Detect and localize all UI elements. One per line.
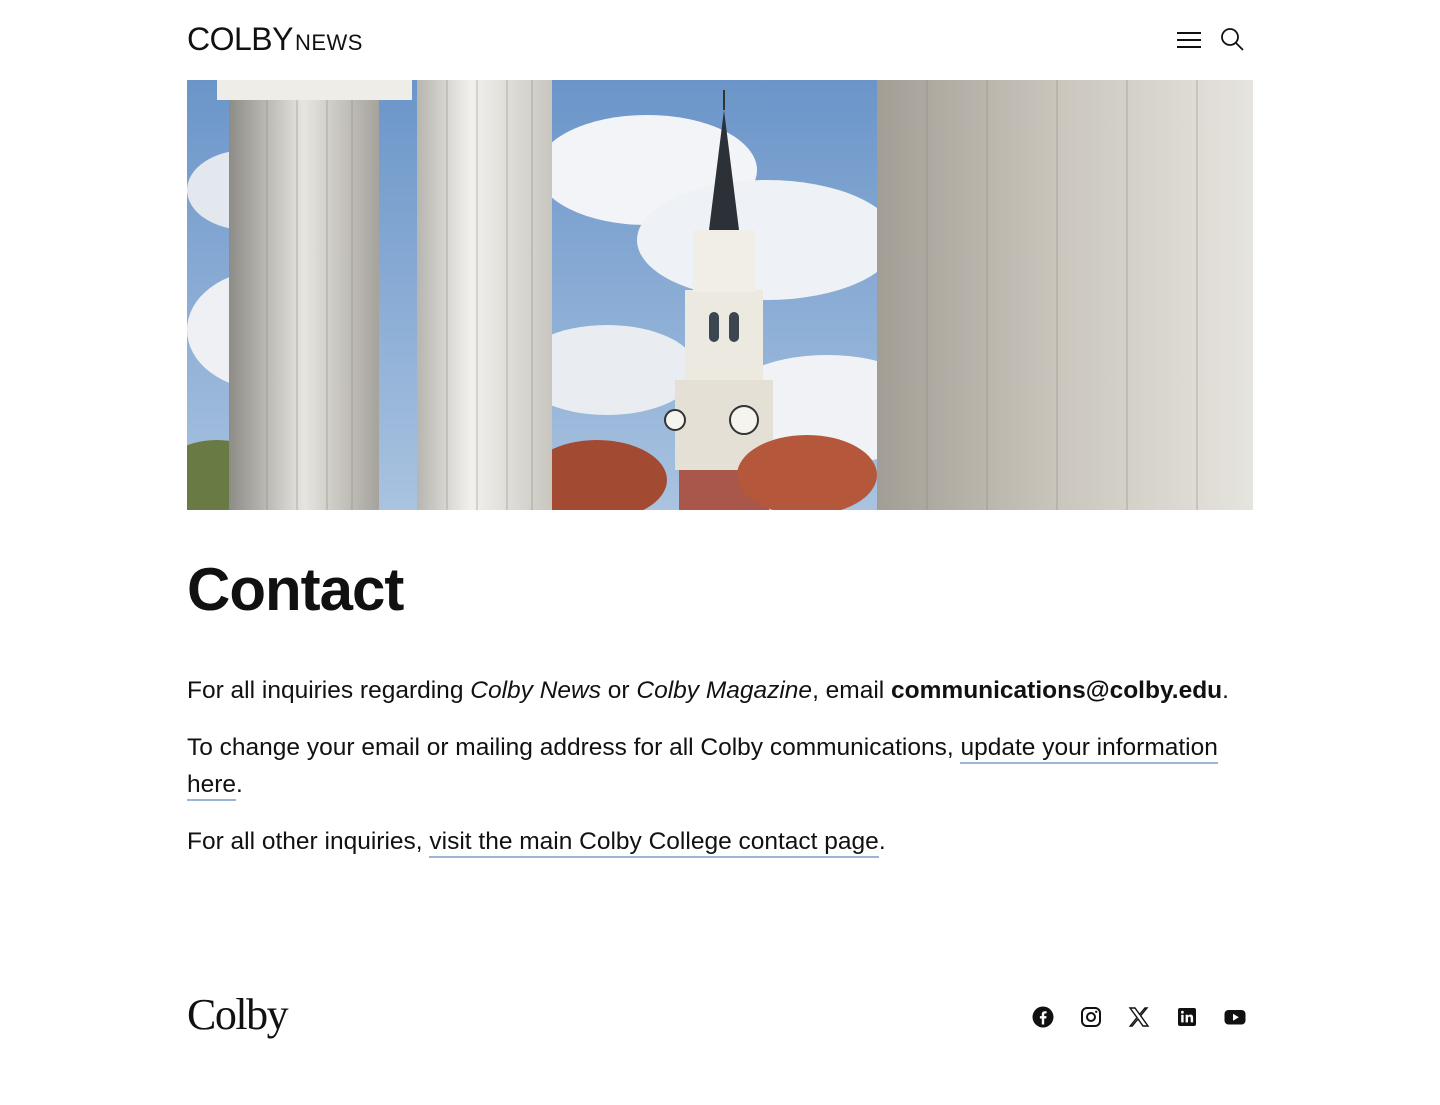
facebook-icon	[1032, 1006, 1054, 1028]
contact-paragraph-2: To change your email or mailing address …	[187, 729, 1257, 803]
menu-button[interactable]	[1173, 24, 1205, 56]
contact-body: For all inquiries regarding Colby News o…	[187, 672, 1257, 860]
site-footer: Colby	[187, 990, 1253, 1050]
logo-main-text: COLBY	[187, 21, 293, 57]
colby-news-logo[interactable]: COLBY NEWS	[187, 22, 363, 56]
p3-text-1: For all other inquiries,	[187, 828, 430, 855]
x-link[interactable]	[1127, 1005, 1151, 1029]
p1-text-2: or	[600, 677, 637, 704]
instagram-link[interactable]	[1079, 1005, 1103, 1029]
p3-text-2: .	[878, 828, 886, 855]
p2-text-1: To change your email or mailing address …	[187, 734, 961, 761]
main-contact-page-link[interactable]: visit the main Colby College contact pag…	[429, 828, 879, 858]
logo-sub-text: NEWS	[294, 30, 363, 55]
search-button[interactable]	[1217, 24, 1249, 56]
search-icon	[1221, 28, 1244, 51]
p1-text-3: , email	[812, 677, 892, 704]
page-container: COLBY NEWS Contact For all inquiries reg…	[187, 0, 1253, 860]
main-content: Contact For all inquiries regarding Colb…	[187, 558, 1253, 860]
youtube-icon	[1224, 1010, 1246, 1025]
p1-text-4: .	[1222, 677, 1229, 704]
contact-paragraph-1: For all inquiries regarding Colby News o…	[187, 672, 1257, 709]
contact-email: communications@colby.edu	[891, 677, 1223, 704]
linkedin-icon	[1178, 1008, 1196, 1026]
contact-paragraph-3: For all other inquiries, visit the main …	[187, 823, 1257, 860]
p1-text-1: For all inquiries regarding	[187, 677, 471, 704]
colby-footer-logo[interactable]: Colby	[187, 990, 289, 1040]
publication-name: Colby News	[470, 677, 601, 704]
youtube-link[interactable]	[1223, 1005, 1247, 1029]
site-header: COLBY NEWS	[187, 0, 1253, 80]
x-icon	[1128, 1007, 1150, 1027]
publication-name: Colby Magazine	[636, 677, 813, 704]
linkedin-link[interactable]	[1175, 1005, 1199, 1029]
facebook-link[interactable]	[1031, 1005, 1055, 1029]
hamburger-menu-icon	[1177, 32, 1201, 48]
page-title: Contact	[187, 556, 404, 623]
instagram-icon	[1081, 1007, 1101, 1027]
hero-image	[187, 80, 1253, 510]
p2-text-2: .	[236, 771, 243, 798]
